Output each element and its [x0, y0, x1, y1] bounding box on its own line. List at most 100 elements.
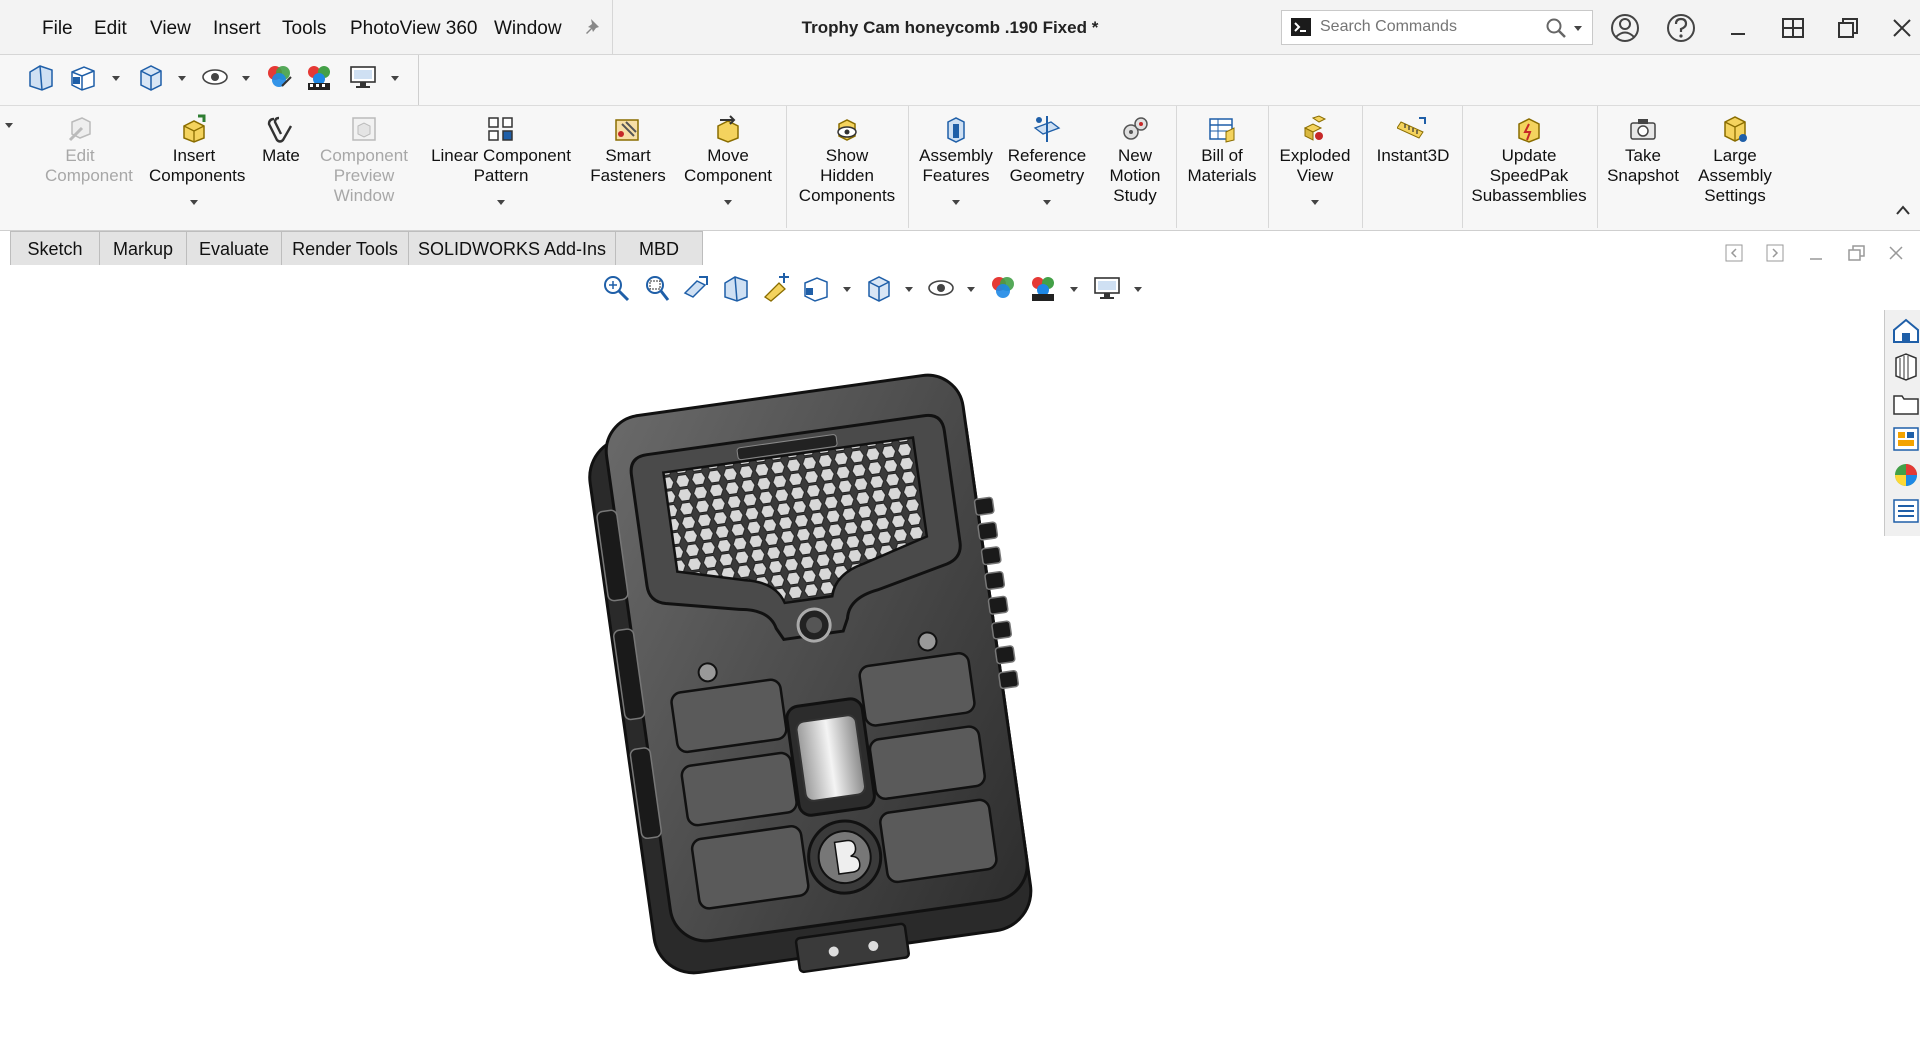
- view-settings-icon[interactable]: [1092, 273, 1122, 303]
- apply-scene-dropdown-icon[interactable]: [1070, 287, 1078, 292]
- hide-show-items-icon[interactable]: [926, 273, 956, 303]
- smart-fasteners-button[interactable]: Smart Fasteners: [586, 108, 670, 186]
- dynamic-annotation-icon[interactable]: [761, 273, 791, 303]
- reference-geometry-button[interactable]: Reference Geometry: [1002, 108, 1092, 206]
- reference-geometry-dropdown-icon[interactable]: [1043, 200, 1051, 205]
- solidworks-resources-icon[interactable]: [1888, 314, 1920, 346]
- edit-appearance-icon[interactable]: [264, 62, 294, 92]
- doc-close-icon[interactable]: [1885, 242, 1907, 264]
- tab-render-tools[interactable]: Render Tools: [281, 231, 409, 266]
- instant3d-button[interactable]: Instant3D: [1366, 108, 1460, 166]
- search-dropdown-icon[interactable]: [1574, 26, 1582, 31]
- view-orientation-dropdown-icon[interactable]: [843, 287, 851, 292]
- divider: [418, 55, 419, 105]
- ribbon-separator: [1597, 106, 1598, 228]
- large-assembly-settings-button[interactable]: Large Assembly Settings: [1690, 108, 1780, 206]
- assembly-features-button[interactable]: Assembly Features: [914, 108, 998, 206]
- pin-icon[interactable]: [583, 16, 605, 38]
- camera-icon: [1630, 119, 1656, 140]
- apply-scene-icon[interactable]: [1028, 273, 1058, 303]
- restore-icon[interactable]: [1830, 10, 1866, 46]
- mate-button[interactable]: Mate: [254, 108, 308, 166]
- title-bar: File Edit View Insert Tools PhotoView 36…: [0, 0, 1920, 55]
- zoom-to-fit-icon[interactable]: [601, 273, 631, 303]
- next-window-icon[interactable]: [1764, 242, 1786, 264]
- display-style-dropdown-icon[interactable]: [178, 76, 186, 81]
- tab-sketch[interactable]: Sketch: [10, 231, 100, 266]
- insert-components-button[interactable]: Insert Components: [136, 108, 252, 206]
- previous-window-icon[interactable]: [1723, 242, 1745, 264]
- doc-restore-icon[interactable]: [1845, 242, 1867, 264]
- edit-component-button[interactable]: Edit Component: [30, 108, 133, 186]
- insert-components-dropdown-icon[interactable]: [190, 200, 198, 205]
- tab-markup[interactable]: Markup: [99, 231, 187, 266]
- zoom-to-area-icon[interactable]: [641, 273, 671, 303]
- trail-camera-3d-model[interactable]: [560, 370, 1120, 990]
- close-icon[interactable]: [1884, 10, 1920, 46]
- exploded-view-icon: [1303, 115, 1327, 141]
- minimize-icon[interactable]: [1720, 10, 1756, 46]
- component-preview-window-button[interactable]: Component Preview Window: [314, 108, 414, 206]
- view-settings-dropdown-icon[interactable]: [391, 76, 399, 81]
- hide-show-dropdown-icon[interactable]: [242, 76, 250, 81]
- view-palette-icon[interactable]: [1888, 422, 1920, 454]
- edit-appearance-icon[interactable]: [988, 273, 1018, 303]
- menu-tools[interactable]: Tools: [282, 0, 326, 54]
- display-style-icon[interactable]: [136, 62, 166, 92]
- edit-component-icon: [68, 117, 91, 142]
- view-orientation-dropdown-icon[interactable]: [112, 76, 120, 81]
- ribbon-separator: [1176, 106, 1177, 228]
- hide-show-items-icon[interactable]: [200, 62, 230, 92]
- search-input[interactable]: [1320, 11, 1540, 42]
- search-icon[interactable]: [1545, 17, 1567, 39]
- instant3d-icon: [1397, 117, 1426, 139]
- collapse-ribbon-icon[interactable]: [1895, 204, 1911, 216]
- appearances-scenes-icon[interactable]: [1888, 458, 1920, 490]
- view-orientation-icon[interactable]: [68, 62, 98, 92]
- view-orientation-icon[interactable]: [801, 273, 831, 303]
- help-icon[interactable]: [1663, 10, 1699, 46]
- section-view-icon[interactable]: [721, 273, 751, 303]
- tab-mbd[interactable]: MBD: [615, 231, 703, 266]
- menu-view[interactable]: View: [150, 0, 191, 54]
- update-speedpak-button[interactable]: Update SpeedPak Subassemblies: [1466, 108, 1592, 206]
- exploded-view-button[interactable]: Exploded View: [1272, 108, 1358, 206]
- previous-view-icon[interactable]: [681, 273, 711, 303]
- take-snapshot-button[interactable]: Take Snapshot: [1600, 108, 1686, 186]
- move-component-button[interactable]: Move Component: [676, 108, 780, 206]
- menu-photoview[interactable]: PhotoView 360: [350, 0, 477, 54]
- exploded-view-dropdown-icon[interactable]: [1311, 200, 1319, 205]
- display-style-icon[interactable]: [864, 273, 894, 303]
- custom-properties-icon[interactable]: [1888, 494, 1920, 526]
- linear-pattern-dropdown-icon[interactable]: [497, 200, 505, 205]
- search-box[interactable]: [1281, 10, 1593, 45]
- show-hidden-components-icon: [837, 119, 857, 141]
- file-explorer-icon[interactable]: [1888, 386, 1920, 418]
- display-style-dropdown-icon[interactable]: [905, 287, 913, 292]
- assembly-features-dropdown-icon[interactable]: [952, 200, 960, 205]
- menu-window[interactable]: Window: [494, 0, 562, 54]
- user-account-icon[interactable]: [1607, 10, 1643, 46]
- large-assembly-icon: [1724, 116, 1747, 142]
- divider: [612, 0, 613, 54]
- doc-minimize-icon[interactable]: [1805, 242, 1827, 264]
- menu-file[interactable]: File: [42, 0, 73, 54]
- design-library-icon[interactable]: [1888, 350, 1920, 382]
- ribbon-collapse-left-icon[interactable]: [5, 123, 13, 128]
- view-settings-dropdown-icon[interactable]: [1134, 287, 1142, 292]
- linear-component-pattern-button[interactable]: Linear Component Pattern: [420, 108, 582, 206]
- apply-scene-icon[interactable]: [304, 62, 334, 92]
- move-component-dropdown-icon[interactable]: [724, 200, 732, 205]
- new-motion-study-button[interactable]: New Motion Study: [1098, 108, 1172, 206]
- tab-solidworks-add-ins[interactable]: SOLIDWORKS Add-Ins: [408, 231, 616, 266]
- show-hidden-components-button[interactable]: Show Hidden Components: [792, 108, 902, 206]
- tile-windows-icon[interactable]: [1775, 10, 1811, 46]
- section-view-icon[interactable]: [26, 62, 56, 92]
- hide-show-dropdown-icon[interactable]: [967, 287, 975, 292]
- view-settings-icon[interactable]: [348, 62, 378, 92]
- ribbon-separator: [1268, 106, 1269, 228]
- tab-evaluate[interactable]: Evaluate: [186, 231, 282, 266]
- menu-edit[interactable]: Edit: [94, 0, 127, 54]
- bill-of-materials-button[interactable]: Bill of Materials: [1180, 108, 1264, 186]
- menu-insert[interactable]: Insert: [213, 0, 261, 54]
